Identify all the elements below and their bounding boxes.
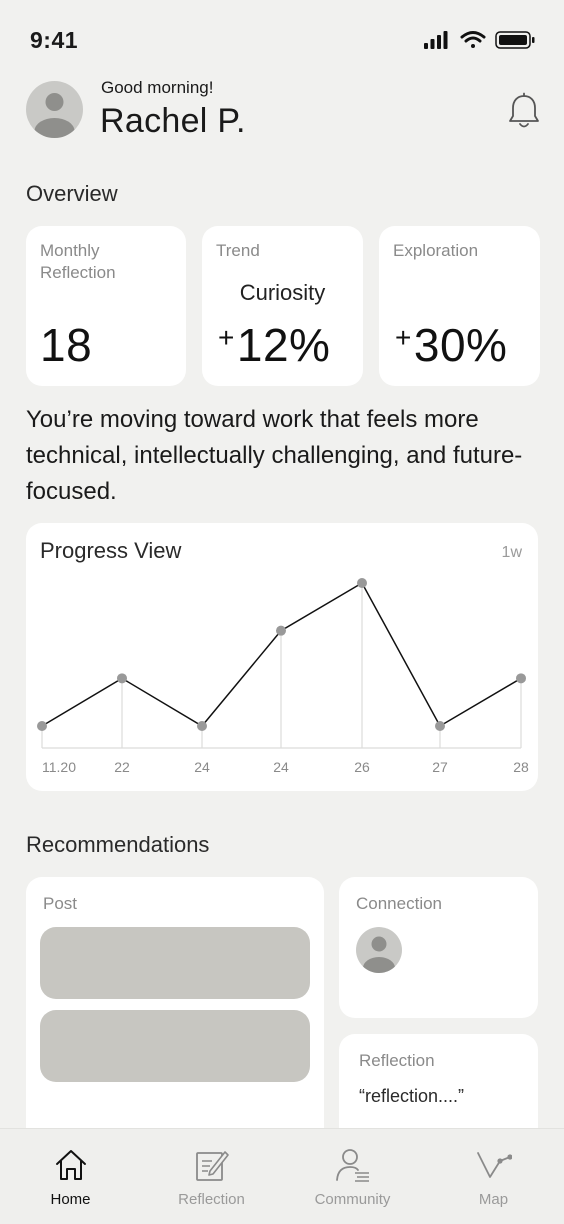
chart-point: [197, 721, 207, 731]
user-avatar-icon: [363, 936, 395, 973]
chart-point: [117, 673, 127, 684]
map-icon: [476, 1152, 512, 1178]
community-icon: [335, 1149, 369, 1182]
chart-x-tick-label: 27: [432, 759, 448, 775]
tab-label: Map: [478, 1191, 509, 1208]
recommendations-title: Recommendations: [26, 832, 210, 857]
greeting: Good morning!: [101, 78, 214, 97]
reflection-icon: [195, 1151, 229, 1181]
connection-label: Connection: [356, 894, 443, 913]
bell-icon[interactable]: [506, 92, 542, 130]
chart-point: [435, 721, 445, 731]
tab-map[interactable]: Map: [423, 1129, 564, 1224]
avatar[interactable]: [26, 81, 83, 138]
reflection-label: Reflection: [359, 1051, 435, 1070]
user-avatar-icon: [34, 93, 75, 138]
chart-point: [357, 578, 367, 588]
monthly-reflection-card[interactable]: Monthly Reflection 18: [26, 226, 186, 386]
chart-x-tick-label: 28: [513, 759, 529, 775]
tab-label: Community: [314, 1191, 391, 1208]
exploration-card[interactable]: Exploration +30%: [379, 226, 540, 386]
tab-bar: Home Reflection Community Map: [0, 1128, 564, 1224]
tab-label: Reflection: [178, 1191, 245, 1208]
wifi-icon: [460, 31, 486, 48]
tab-home[interactable]: Home: [0, 1129, 141, 1224]
chart-x-tick-label: 26: [354, 759, 370, 775]
progress-chart-card[interactable]: Progress View 1w 11.20 22 24 24 26 27 28: [26, 523, 538, 791]
card-label: Exploration: [393, 241, 479, 260]
chart-point: [276, 625, 286, 636]
post-placeholder[interactable]: [40, 1010, 310, 1082]
card-label: Trend: [216, 241, 260, 260]
insight-text: You’re moving toward work that feels mor…: [26, 406, 523, 505]
progress-chart: 11.20 22 24 24 26 27 28: [37, 578, 529, 775]
exploration-value: +30%: [395, 318, 507, 372]
chart-point: [37, 721, 47, 731]
tab-reflection[interactable]: Reflection: [141, 1129, 282, 1224]
monthly-reflection-value: 18: [40, 319, 93, 371]
trend-value: +12%: [218, 318, 330, 372]
overview-title: Overview: [26, 181, 118, 206]
trend-sign: +: [218, 322, 235, 353]
tab-community[interactable]: Community: [282, 1129, 423, 1224]
trend-subtitle: Curiosity: [239, 280, 326, 305]
chart-point: [516, 673, 526, 684]
user-name: Rachel P.: [100, 102, 246, 140]
reflection-quote: “reflection....”: [359, 1086, 465, 1106]
home-icon: [55, 1150, 86, 1180]
chart-x-tick-label: 24: [194, 759, 210, 775]
signal-icon: [424, 31, 448, 49]
connection-card[interactable]: Connection: [339, 877, 538, 1018]
status-icons: [424, 31, 535, 49]
status-time: 9:41: [30, 27, 79, 53]
post-card[interactable]: Post: [26, 877, 324, 1147]
exploration-sign: +: [395, 322, 412, 353]
status-bar: 9:41: [0, 0, 564, 70]
connection-avatar[interactable]: [356, 927, 402, 973]
chart-x-tick-label: 24: [273, 759, 289, 775]
battery-icon: [495, 31, 535, 49]
chart-x-tick-label: 11.20: [42, 759, 76, 775]
post-label: Post: [43, 894, 78, 913]
trend-percent: 12%: [236, 319, 331, 371]
tab-label: Home: [50, 1191, 91, 1208]
post-placeholder[interactable]: [40, 927, 310, 999]
exploration-percent: 30%: [413, 319, 508, 371]
trend-card[interactable]: Trend Curiosity +12%: [202, 226, 363, 386]
chart-x-tick-label: 22: [114, 759, 130, 775]
card-label: Monthly Reflection: [40, 241, 116, 282]
